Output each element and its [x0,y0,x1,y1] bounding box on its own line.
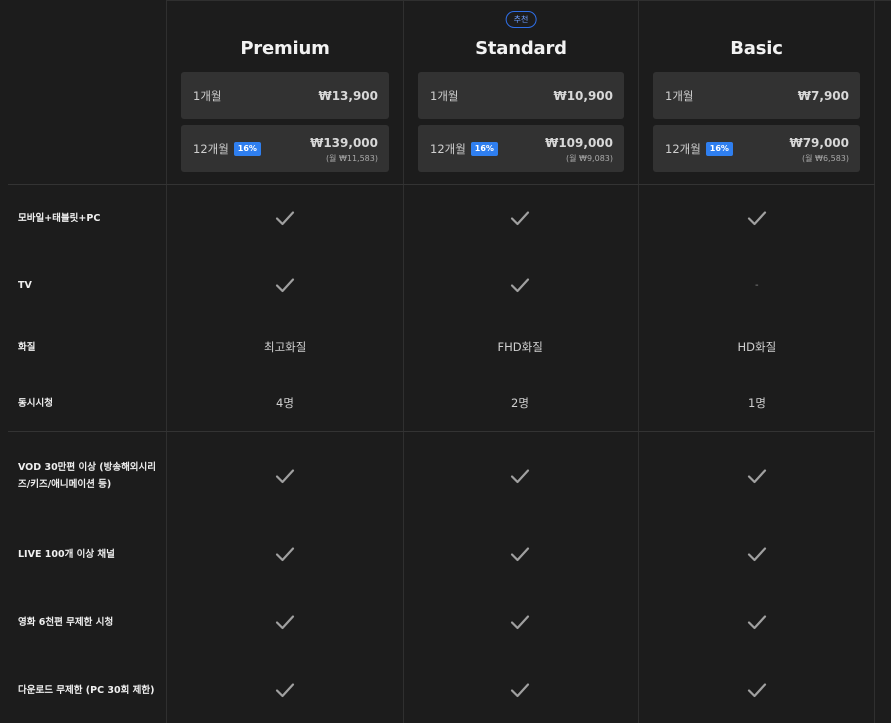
plan-comparison-table: Premium 1개월 ₩13,900 12개월 16% ₩139,000 (월… [0,0,891,723]
per-month-price: (월 ₩9,083) [566,154,613,163]
price: ₩109,000 [545,136,613,150]
check-icon [275,210,295,226]
check-icon [510,468,530,484]
per-month-price: (월 ₩11,583) [325,154,378,163]
period-label: 1개월 [193,88,222,103]
plan-name: Basic [730,38,783,59]
plan-standard: 추천 Standard 1개월 ₩10,900 12개월 16% ₩109,00… [404,0,638,184]
per-month-price: (월 ₩6,583) [802,154,849,163]
check-icon [510,277,530,293]
feature-label: TV [18,279,32,291]
section-divider [8,431,875,432]
check-icon [510,682,530,698]
check-icon [747,614,767,630]
yearly-price-option[interactable]: 12개월 16% ₩139,000 (월 ₩11,583) [181,125,389,172]
period-text: 12개월 [665,141,701,156]
monthly-price-option[interactable]: 1개월 ₩13,900 [181,72,389,119]
price: ₩7,900 [797,88,849,103]
period-label: 12개월 16% [193,141,261,157]
period-label: 1개월 [430,88,459,103]
period-text: 12개월 [430,141,466,156]
check-icon [510,614,530,630]
price: ₩10,900 [553,88,613,103]
check-icon [510,546,530,562]
feature-label: 화질 [18,341,36,353]
plan-name: Standard [475,38,567,59]
check-icon [747,210,767,226]
period-label: 12개월 16% [665,141,733,157]
feature-value: FHD화질 [497,340,543,354]
feature-label: 모바일+태블릿+PC [18,212,101,224]
feature-value: 2명 [511,396,529,410]
check-icon [275,277,295,293]
feature-label: LIVE 100개 이상 채널 [18,548,115,560]
feature-value: 4명 [276,396,294,410]
check-icon [747,546,767,562]
discount-badge: 16% [233,141,261,156]
feature-label: 영화 6천편 무제한 시청 [18,616,114,628]
plan-name: Premium [240,38,330,59]
check-icon [510,210,530,226]
not-available-dash: - [755,279,759,291]
header-divider [8,184,875,185]
price: ₩79,000 [789,136,849,150]
monthly-price-option[interactable]: 1개월 ₩10,900 [418,72,624,119]
period-label: 12개월 16% [430,141,498,157]
plan-basic: Basic 1개월 ₩7,900 12개월 16% ₩79,000 (월 ₩6,… [639,0,874,184]
yearly-price-option[interactable]: 12개월 16% ₩109,000 (월 ₩9,083) [418,125,624,172]
check-icon [275,614,295,630]
plan-premium: Premium 1개월 ₩13,900 12개월 16% ₩139,000 (월… [167,0,403,184]
check-icon [275,468,295,484]
yearly-price-option[interactable]: 12개월 16% ₩79,000 (월 ₩6,583) [653,125,860,172]
discount-badge: 16% [705,141,733,156]
check-icon [275,682,295,698]
discount-badge: 16% [470,141,498,156]
period-text: 12개월 [193,141,229,156]
check-icon [747,682,767,698]
feature-value: 1명 [748,396,766,410]
price: ₩13,900 [318,88,378,103]
period-label: 1개월 [665,88,694,103]
check-icon [275,546,295,562]
check-icon [747,468,767,484]
feature-value: HD화질 [737,340,777,354]
feature-label: 동시시청 [18,397,53,409]
price: ₩139,000 [310,136,378,150]
recommended-badge: 추천 [505,11,537,28]
feature-label: VOD 30만편 이상 (방송해외시리즈/키즈/애니메이션 등) [18,462,157,490]
feature-value: 최고화질 [264,340,307,354]
column-divider [874,0,875,723]
feature-label: 다운로드 무제한 (PC 30회 제한) [18,684,155,696]
monthly-price-option[interactable]: 1개월 ₩7,900 [653,72,860,119]
